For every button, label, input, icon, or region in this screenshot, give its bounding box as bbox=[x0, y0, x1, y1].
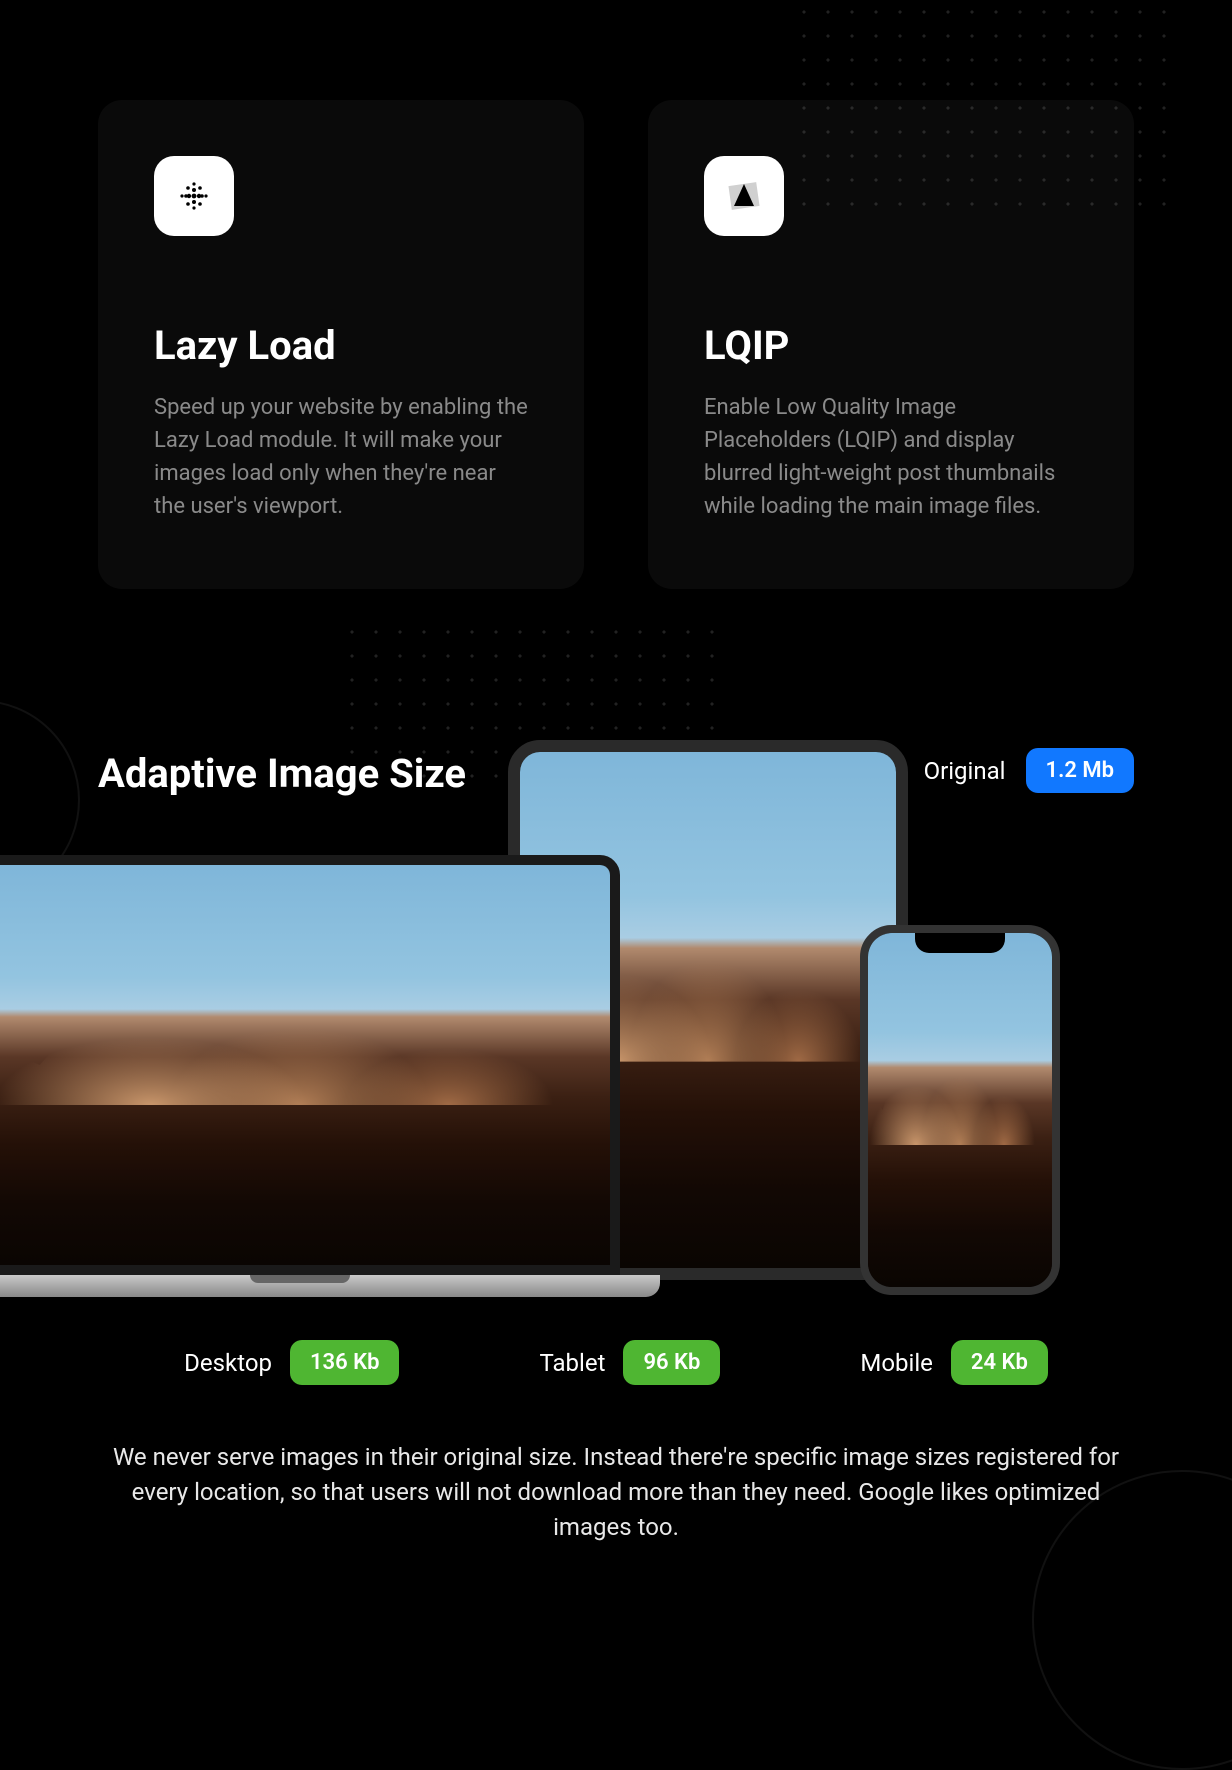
card-title: LQIP bbox=[704, 322, 1078, 369]
original-size-row: Original 1.2 Mb bbox=[924, 748, 1134, 793]
card-lqip: LQIP Enable Low Quality Image Placeholde… bbox=[648, 100, 1134, 589]
size-badge: 96 Kb bbox=[623, 1340, 720, 1385]
card-description: Speed up your website by enabling the La… bbox=[154, 391, 528, 523]
decorative-shape bbox=[0, 700, 80, 900]
size-label: Desktop bbox=[184, 1349, 272, 1377]
size-label: Tablet bbox=[539, 1349, 605, 1377]
adaptive-description: We never serve images in their original … bbox=[110, 1440, 1122, 1544]
lazy-load-icon bbox=[154, 156, 234, 236]
size-mobile: Mobile 24 Kb bbox=[860, 1340, 1047, 1385]
tablet-mockup bbox=[508, 740, 908, 1280]
device-mockups bbox=[0, 735, 1232, 1315]
lqip-icon bbox=[704, 156, 784, 236]
size-label: Mobile bbox=[860, 1349, 933, 1377]
card-title: Lazy Load bbox=[154, 322, 528, 369]
size-badge: 136 Kb bbox=[290, 1340, 400, 1385]
size-desktop: Desktop 136 Kb bbox=[184, 1340, 399, 1385]
original-size-badge: 1.2 Mb bbox=[1026, 748, 1134, 793]
section-title-adaptive: Adaptive Image Size bbox=[98, 750, 466, 797]
laptop-mockup bbox=[0, 855, 660, 1297]
feature-cards: Lazy Load Speed up your website by enabl… bbox=[98, 100, 1134, 589]
card-description: Enable Low Quality Image Placeholders (L… bbox=[704, 391, 1078, 523]
original-label: Original bbox=[924, 757, 1006, 785]
size-tablet: Tablet 96 Kb bbox=[539, 1340, 720, 1385]
phone-mockup bbox=[860, 925, 1060, 1295]
size-badge: 24 Kb bbox=[951, 1340, 1048, 1385]
card-lazy-load: Lazy Load Speed up your website by enabl… bbox=[98, 100, 584, 589]
device-sizes-row: Desktop 136 Kb Tablet 96 Kb Mobile 24 Kb bbox=[0, 1340, 1232, 1385]
